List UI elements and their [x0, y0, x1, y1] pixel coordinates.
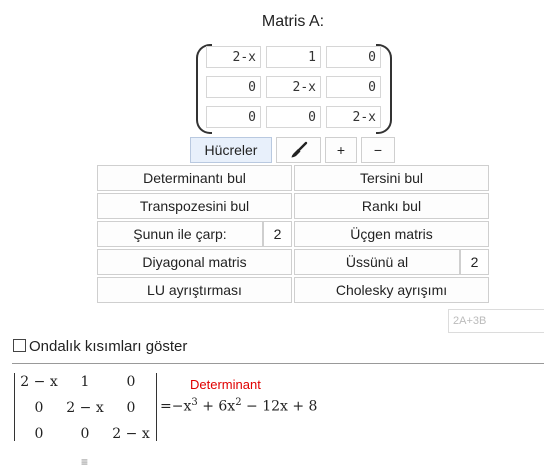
cells-button[interactable]: Hücreler	[190, 137, 272, 163]
decimals-label: Ondalık kısımları göster	[29, 338, 188, 355]
result-cell-3-2: 0	[80, 426, 90, 442]
power-value-input[interactable]: 2	[460, 249, 489, 275]
term-2: + 6x	[197, 398, 236, 415]
power-button[interactable]: Üssünü al	[294, 249, 460, 275]
matrix-cell-3-2[interactable]	[266, 106, 321, 128]
diagonal-button[interactable]: Diyagonal matris	[97, 249, 292, 275]
drag-handle-icon[interactable]: ≡	[81, 455, 88, 469]
term-3: − 12x + 8	[241, 398, 318, 415]
determinant-right-bar	[156, 373, 157, 441]
matrix-cell-1-3[interactable]	[326, 46, 381, 68]
result-cell-1-1: 2 − x	[20, 374, 58, 390]
divider	[12, 363, 544, 364]
decimals-checkbox[interactable]	[13, 339, 26, 352]
matrix-cell-3-1[interactable]	[206, 106, 261, 128]
matrix-cell-1-2[interactable]	[266, 46, 321, 68]
matrix-cell-2-1[interactable]	[206, 76, 261, 98]
cholesky-button[interactable]: Cholesky ayrışımı	[294, 277, 489, 303]
matrix-cell-2-3[interactable]	[326, 76, 381, 98]
result-cell-2-1: 0	[34, 400, 44, 416]
result-cell-1-2: 1	[80, 374, 90, 390]
lu-button[interactable]: LU ayrıştırması	[97, 277, 292, 303]
result-label: Determinant	[190, 377, 261, 392]
triangular-button[interactable]: Üçgen matris	[294, 221, 489, 247]
transpose-button[interactable]: Transpozesini bul	[97, 193, 292, 219]
equals-sign: =	[160, 398, 172, 415]
matrix-cell-1-1[interactable]	[206, 46, 261, 68]
result-cell-2-2: 2 − x	[66, 400, 104, 416]
result-cell-3-1: 0	[34, 426, 44, 442]
multiply-button[interactable]: Şunun ile çarp:	[97, 221, 263, 247]
matrix-title: Matris A:	[261, 13, 325, 30]
brush-icon	[291, 141, 307, 158]
clear-button[interactable]	[276, 137, 321, 163]
remove-size-button[interactable]: −	[361, 137, 395, 163]
expression-input[interactable]: 2A+3B	[448, 309, 544, 333]
multiply-value-input[interactable]: 2	[263, 221, 292, 247]
term-1: −x	[171, 398, 192, 415]
result-cell-1-3: 0	[126, 374, 136, 390]
result-cell-2-3: 0	[126, 400, 136, 416]
add-size-button[interactable]: +	[325, 137, 357, 163]
result-cell-3-3: 2 − x	[112, 426, 150, 442]
matrix-cell-3-3[interactable]	[326, 106, 381, 128]
inverse-button[interactable]: Tersini bul	[294, 165, 489, 191]
rank-button[interactable]: Rankı bul	[294, 193, 489, 219]
decimals-option[interactable]: Ondalık kısımları göster	[13, 338, 187, 355]
result-expression: =−x3 + 6x2 − 12x + 8	[160, 397, 317, 415]
determinant-button[interactable]: Determinantı bul	[97, 165, 292, 191]
matrix-cell-2-2[interactable]	[266, 76, 321, 98]
